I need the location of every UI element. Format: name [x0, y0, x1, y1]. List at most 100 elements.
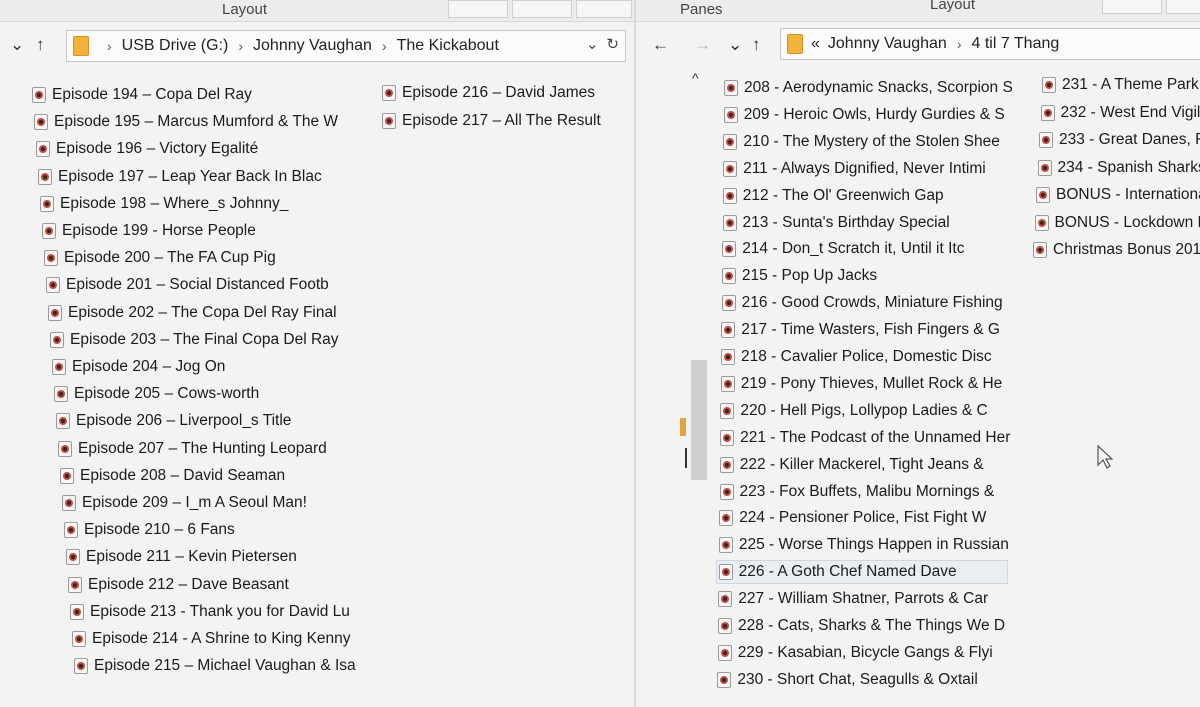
file-name: Episode 208 – David Seaman [80, 466, 286, 484]
file-item[interactable]: 220 - Hell Pigs, Lollypop Ladies & C [720, 399, 988, 423]
scrollbar-thumb[interactable] [691, 360, 707, 480]
audio-file-icon [718, 618, 732, 634]
file-item[interactable]: 227 - William Shatner, Parrots & Car [718, 587, 988, 611]
audio-file-icon [721, 268, 736, 285]
audio-file-icon [74, 658, 88, 675]
file-item[interactable]: BONUS - Lockdown F [1034, 211, 1200, 235]
file-item[interactable]: 209 - Heroic Owls, Hurdy Gurdies & S [723, 103, 1005, 127]
up-arrow-icon[interactable]: ↑ [36, 34, 45, 56]
file-item[interactable]: Episode 217 – All The Result [382, 109, 601, 133]
file-item[interactable]: 225 - Worse Things Happen in Russian [718, 533, 1009, 557]
forward-arrow-icon[interactable]: → [694, 34, 711, 56]
file-item[interactable]: Episode 197 – Leap Year Back In Blac [38, 165, 322, 189]
file-item[interactable]: Episode 203 – The Final Copa Del Ray [50, 328, 339, 352]
file-name: Episode 214 - A Shrine to King Kenny [92, 630, 351, 647]
file-item[interactable]: Episode 199 - Horse People [42, 219, 256, 243]
audio-file-icon [382, 113, 396, 129]
chevron-right-icon[interactable]: › [957, 36, 962, 52]
file-item[interactable]: 233 - Great Danes, Ro [1039, 128, 1200, 152]
file-item[interactable]: 221 - The Podcast of the Unnamed Her [720, 426, 1010, 450]
layout-ribbon-label[interactable]: Layout [930, 0, 975, 13]
audio-file-icon [70, 603, 84, 620]
file-item[interactable]: 231 - A Theme Park f [1042, 73, 1200, 97]
vertical-scrollbar[interactable]: ^ [688, 70, 710, 707]
audio-file-icon [34, 114, 48, 131]
file-item[interactable]: Episode 214 - A Shrine to King Kenny [72, 627, 351, 651]
file-item[interactable]: 211 - Always Dignified, Never Intimi [723, 157, 986, 181]
file-item[interactable]: Episode 205 – Cows-worth [54, 382, 259, 406]
file-item[interactable]: Christmas Bonus 2019 [1033, 238, 1200, 262]
file-item[interactable]: Episode 202 – The Copa Del Ray Final [48, 301, 337, 325]
ribbon-option-box[interactable] [576, 0, 632, 18]
breadcrumb-item[interactable]: USB Drive (G:) [122, 37, 229, 55]
address-dropdown-icon[interactable]: ⌄ [586, 35, 599, 53]
file-name: Episode 207 – The Hunting Leopard [78, 439, 327, 457]
refresh-icon[interactable]: ↻ [606, 35, 619, 53]
file-item[interactable]: Episode 212 – Dave Beasant [68, 573, 289, 597]
recent-locations-icon[interactable]: ⌄ [728, 34, 742, 56]
ribbon-option-box[interactable] [448, 0, 508, 18]
layout-ribbon-label[interactable]: Layout [222, 1, 267, 18]
file-item[interactable]: 217 - Time Wasters, Fish Fingers & G [721, 318, 1000, 342]
file-item[interactable]: Episode 200 – The FA Cup Pig [44, 246, 276, 270]
file-item[interactable]: BONUS - Internationa [1036, 183, 1200, 207]
panes-ribbon-label[interactable]: Panes [680, 1, 723, 18]
file-item[interactable]: 218 - Cavalier Police, Domestic Disc [721, 345, 992, 369]
ribbon-option-box[interactable] [1102, 0, 1162, 14]
file-item[interactable]: Episode 216 – David James [382, 81, 595, 105]
file-item[interactable]: Episode 198 – Where_s Johnny_ [40, 192, 288, 216]
file-item[interactable]: Episode 206 – Liverpool_s Title [56, 409, 291, 433]
file-item[interactable]: 212 - The Ol' Greenwich Gap [722, 184, 944, 208]
file-item[interactable]: 208 - Aerodynamic Snacks, Scorpion S [724, 76, 1013, 100]
chevron-up-icon[interactable]: ^ [692, 70, 699, 86]
breadcrumb-item[interactable]: 4 til 7 Thang [972, 35, 1060, 53]
file-item[interactable]: Episode 201 – Social Distanced Footb [46, 273, 329, 297]
file-name: Episode 203 – The Final Copa Del Ray [70, 330, 339, 348]
breadcrumb-item[interactable]: Johnny Vaughan [253, 37, 372, 55]
address-bar[interactable]: › USB Drive (G:) › Johnny Vaughan › The … [66, 30, 626, 62]
file-item[interactable]: Episode 210 – 6 Fans [64, 518, 235, 542]
file-item[interactable]: 228 - Cats, Sharks & The Things We D [718, 614, 1005, 638]
file-item[interactable]: 210 - The Mystery of the Stolen Shee [723, 130, 1000, 154]
address-bar[interactable]: « Johnny Vaughan › 4 til 7 Thang [780, 28, 1200, 60]
file-item[interactable]: 229 - Kasabian, Bicycle Gangs & Flyi [717, 641, 993, 665]
file-item[interactable]: 219 - Pony Thieves, Mullet Rock & He [720, 372, 1002, 396]
file-item[interactable]: Episode 207 – The Hunting Leopard [58, 437, 327, 461]
folder-icon [73, 36, 89, 56]
breadcrumb-overflow-icon[interactable]: « [811, 35, 820, 53]
file-item[interactable]: 224 - Pensioner Police, Fist Fight W [719, 506, 986, 530]
chevron-right-icon[interactable]: › [382, 38, 387, 54]
file-item[interactable]: 226 - A Goth Chef Named Dave [718, 560, 957, 584]
breadcrumb-item[interactable]: The Kickabout [397, 37, 499, 55]
file-name: Episode 201 – Social Distanced Footb [66, 276, 329, 294]
breadcrumb-item[interactable]: Johnny Vaughan [828, 35, 947, 53]
file-item[interactable]: Episode 195 – Marcus Mumford & The W [34, 110, 338, 134]
mouse-pointer-icon [1097, 444, 1114, 469]
file-item[interactable]: Episode 211 – Kevin Pietersen [66, 545, 297, 569]
file-item[interactable]: 234 - Spanish Sharks, [1037, 156, 1200, 180]
file-item[interactable]: 232 - West End Vigila [1040, 101, 1200, 125]
chevron-right-icon[interactable]: › [238, 38, 243, 54]
file-item[interactable]: 214 - Don_t Scratch it, Until it Itc [722, 237, 964, 261]
up-arrow-icon[interactable]: ↑ [752, 34, 761, 56]
back-arrow-icon[interactable]: ← [652, 34, 669, 56]
file-item[interactable]: Episode 196 – Victory Egalité [36, 137, 258, 161]
file-item[interactable]: 230 - Short Chat, Seagulls & Oxtail [717, 668, 978, 692]
ribbon-option-box[interactable] [512, 0, 572, 18]
chevron-right-icon[interactable]: › [107, 38, 112, 54]
file-item[interactable]: Episode 209 – I_m A Seoul Man! [62, 491, 307, 515]
file-item[interactable]: Episode 213 - Thank you for David Lu [70, 600, 350, 624]
file-name: Episode 211 – Kevin Pietersen [86, 548, 297, 566]
recent-locations-icon[interactable]: ⌄ [10, 34, 24, 56]
file-item[interactable]: 213 - Sunta's Birthday Special [722, 211, 950, 235]
file-item[interactable]: 215 - Pop Up Jacks [721, 264, 877, 288]
file-item[interactable]: Episode 208 – David Seaman [60, 464, 285, 488]
file-item[interactable]: 216 - Good Crowds, Miniature Fishing [721, 291, 1003, 315]
file-item[interactable]: 223 - Fox Buffets, Malibu Mornings & [719, 480, 994, 504]
file-name: Episode 195 – Marcus Mumford & The W [54, 113, 339, 131]
file-item[interactable]: Episode 204 – Jog On [52, 355, 225, 379]
ribbon-option-box[interactable] [1166, 0, 1200, 14]
file-item[interactable]: Episode 194 – Copa Del Ray [32, 83, 252, 107]
file-item[interactable]: Episode 215 – Michael Vaughan & Isa [74, 654, 356, 678]
file-item[interactable]: 222 - Killer Mackerel, Tight Jeans & [719, 453, 984, 477]
